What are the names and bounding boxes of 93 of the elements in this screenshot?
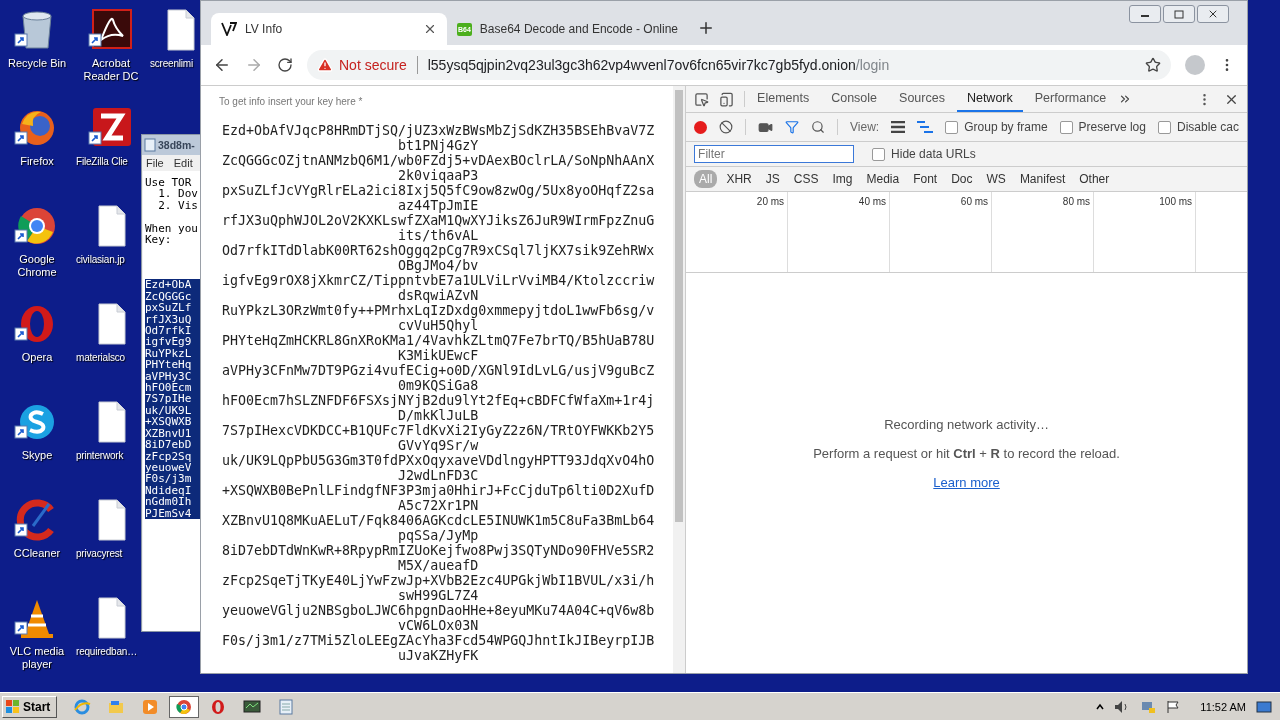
text-line: 2. Vis (157, 199, 199, 212)
devtools-tab[interactable]: Sources (889, 86, 955, 112)
device-icon[interactable] (719, 91, 735, 107)
tab-title: LV Info (245, 22, 284, 36)
key-text-area[interactable]: Ezd+ObAfVJqcP8HRmDTjSQ/jUZ3xWzBWsMbZjSdKZH35BSEhBvaV7Zbt1PNj4GzY ZcQGGGcOZjtnANMzbQ6M1/wb0FZdj5+vDAexBOclrLA/SoNpNhAAnX2k0viqaaP3 pxSuZLfJcVYgRlrELa2ici8Ixj5Q5fC9ow8zwOg/5Ux8yoOHqfZ2saaz44TpJmIE rfJX3uQphWJOL2oV2KXKLswfZXaM1QwXYJiksZ6JuR9WIrmFpzZnuGits/th6vAL Od7rfkITdDlabK00RT62shOggq2pCg7R9xCSql7ljKX7sik9ZehRWxOBgJMo4/bv igfvEg9rOX8jXkmrCZ/TippntvbE7a1ULViLrVviMB4/KtolzccriwdsRqwiAZvN RuYPkzL3ORzWmt0fy++PMrhxLqIzDxdg0xmmepyjtdoL1wwFb6sg/vcvVuH5Qhyl PHYteHqZmHCKRL8GnXRoKMa1/4VavhkZLtmQ7Fe7brTQ/B5hUaB78UK3MikUEwcF aVPHy3CFnMw7DT9PGzi4vufECig+o0D/XGNl9IdLvLG/usjV9guBcZ0m9KQSiGa8 hFO0Ecm7hSLZNFDF6FSXsjNYjB2du9lYt2fEq+cBDFCfWfaXm+1r4jD/mkKlJuLB 7S7pIHexcVDKDCC+B1QUFc7FldKvXi2IyGyZ2z6N/TRtOYFWKKb2Y5GVvYq9Sr/w uk/UK9LQpPbU5G3Gm3T0fdPXxOqyxaveVDdlngyHPTT93JdqXvO4hOJ2wdLnFD3C +XSQWXB0BePnlLFindgfNF3P3mja0HhirJ+FcCjduTp6lti0D2XufDA5c72Xr1PN XZBnvU1Q8MKuAELuT/Fqk8406AGKcdcLE5INUWK1m5C8uFa3BmLb64pqSSa/JyMp 8iD7ebDTdWnKwR+8RpypRmIZUoKejfwo8Pwj3SQTyNDo90FHVe5SR2M5X/aueafD zFcp2SqeTjTKyE40LjYwFzwJp+XVbB2Ezc4UPGkjWbI1BVUL/x3i/hswH99GL7Z4 yeuoweVGlju2NBSgboLJWC6hpgnDaoHHe+8eyuMKu74A04C+qV6w8bvCW6LOx03N F0s/j3m1/z7TMi5ZloLEEgZAcYha3Fcd54WPGQJhntIkJIBeyrpIJBuJvaKZHyFK (222, 123, 655, 663)
bookmark-star-icon[interactable] (1145, 57, 1161, 73)
desktop-icon-label[interactable]: Recycle Bin (7, 57, 67, 70)
restore-icon (1174, 9, 1184, 19)
minimize-button[interactable] (1129, 5, 1161, 23)
devtools-tab[interactable]: Console (821, 86, 888, 112)
close-icon (1207, 8, 1219, 20)
desktop-icon-label[interactable]: VLC media player (1, 645, 73, 671)
reload-icon[interactable] (277, 57, 293, 73)
learn-more-link[interactable]: Learn more (933, 474, 1000, 490)
desktop-icon-label[interactable]: printerwork (76, 449, 124, 462)
close-button[interactable] (1197, 5, 1229, 23)
desktop-icon-label[interactable]: requiredban… (76, 645, 137, 658)
hint-message: Perform a request or hit Ctrl + R to record the reload. (813, 445, 1120, 461)
windows-flag-icon (6, 699, 20, 714)
notepad-icon (277, 697, 296, 716)
filter-input[interactable]: Filter (694, 145, 855, 163)
play-icon (141, 697, 160, 716)
start-button[interactable]: Start (2, 695, 58, 718)
monitor-icon (243, 697, 262, 716)
type-filter[interactable]: CSS (788, 170, 824, 188)
search-icon[interactable] (811, 120, 826, 134)
close-icon[interactable] (423, 22, 437, 36)
filter-icon[interactable] (785, 120, 800, 134)
view-label: View: (850, 120, 880, 134)
desktop-icon-label[interactable]: Google Chrome (1, 253, 73, 279)
time-tick-label: 20 ms (756, 196, 785, 209)
record-button[interactable] (694, 120, 708, 134)
devtools-tab[interactable]: Performance (1024, 86, 1117, 112)
devtools-tab[interactable]: Elements (747, 86, 820, 112)
flag-icon[interactable] (1166, 699, 1181, 714)
menu-item[interactable]: File (146, 157, 164, 169)
text-line: 1. Dov (157, 188, 199, 200)
scrollbar[interactable] (673, 86, 686, 673)
menu-item[interactable]: Edit (173, 157, 193, 169)
new-tab-icon[interactable] (697, 19, 715, 37)
desktop-icon-label[interactable]: Acrobat Reader DC (75, 57, 147, 83)
desktop-icon-label[interactable]: screenlimi (150, 57, 193, 70)
window-title: 38d8m- (158, 139, 195, 151)
url-text: l55ysq5qjpin2vq23ul3gc3h62vp4wvenl7ov6fcn65vir7kc7gb5fyd.onion/login (427, 57, 891, 73)
clock[interactable]: 11:52 AM (1200, 700, 1246, 713)
type-filter[interactable]: Media (861, 170, 905, 188)
logo-icon (221, 22, 237, 36)
desktop-icon-label[interactable]: Firefox (20, 155, 54, 168)
type-filter[interactable]: JS (760, 170, 785, 188)
notepad-icon (144, 138, 156, 152)
field-label: To get info insert your key here * (219, 96, 364, 107)
browser-tab[interactable]: LV Info (211, 13, 447, 45)
desktop-icon-label[interactable]: CCleaner (13, 547, 61, 560)
taskbar-button[interactable] (169, 695, 200, 718)
globe-icon (73, 697, 92, 716)
type-filter[interactable]: WS (981, 170, 1011, 188)
type-filter[interactable]: Doc (946, 170, 978, 188)
type-filter[interactable]: Manifest (1014, 170, 1071, 188)
checkbox-option[interactable]: Preserve log (1059, 120, 1146, 134)
show-desktop-icon[interactable] (1256, 699, 1272, 714)
desktop-icon-label[interactable]: civilasian.jp (76, 253, 125, 266)
desktop-icon-label[interactable]: FileZilla Clie (76, 155, 128, 168)
checkbox-option[interactable]: Hide data URLs (872, 147, 976, 161)
type-filter[interactable]: Font (908, 170, 943, 188)
status-message: Recording network activity… (884, 416, 1049, 432)
checkbox-option[interactable]: Group by frame (945, 120, 1048, 134)
time-tick-label: 40 ms (858, 196, 887, 209)
type-filter[interactable]: Other (1074, 170, 1115, 188)
security-warning: Not secure (339, 57, 407, 73)
checkbox-option[interactable]: Disable cac (1157, 120, 1239, 134)
address-bar[interactable]: Not secure l55ysq5qjpin2vq23ul3gc3h62vp4wvenl7ov6fcn65vir7kc7gb5fyd.onion/login (307, 50, 1171, 80)
chevron-up-icon[interactable] (1096, 702, 1105, 711)
chrome-icon (175, 697, 194, 716)
desktop-icon-label[interactable]: Opera (21, 351, 53, 364)
text-line: Key: (145, 234, 173, 246)
type-filter[interactable]: Img (827, 170, 858, 188)
inspect-icon[interactable] (694, 91, 710, 107)
type-filter[interactable]: XHR (721, 170, 757, 188)
list-view-icon[interactable] (891, 121, 906, 133)
back-icon[interactable] (213, 56, 231, 74)
time-tick-label: 100 ms (1159, 196, 1193, 209)
waterfall-view-icon[interactable] (917, 121, 934, 133)
clear-icon[interactable] (719, 120, 734, 134)
desktop-icon-label[interactable]: privacyrest (76, 547, 123, 560)
text-line: When you (145, 222, 199, 234)
time-tick-label: 80 ms (1062, 196, 1091, 209)
text-line: Use TOR (145, 177, 193, 189)
tab-title: Base64 Decode and Encode - Online (479, 22, 678, 36)
desktop-icon-label[interactable]: materialsco (76, 351, 125, 364)
time-tick-label: 60 ms (960, 196, 989, 209)
desktop-icon-label[interactable]: Skype (21, 449, 53, 462)
warning-icon (317, 57, 333, 73)
scrollbar-thumb[interactable] (675, 90, 684, 522)
